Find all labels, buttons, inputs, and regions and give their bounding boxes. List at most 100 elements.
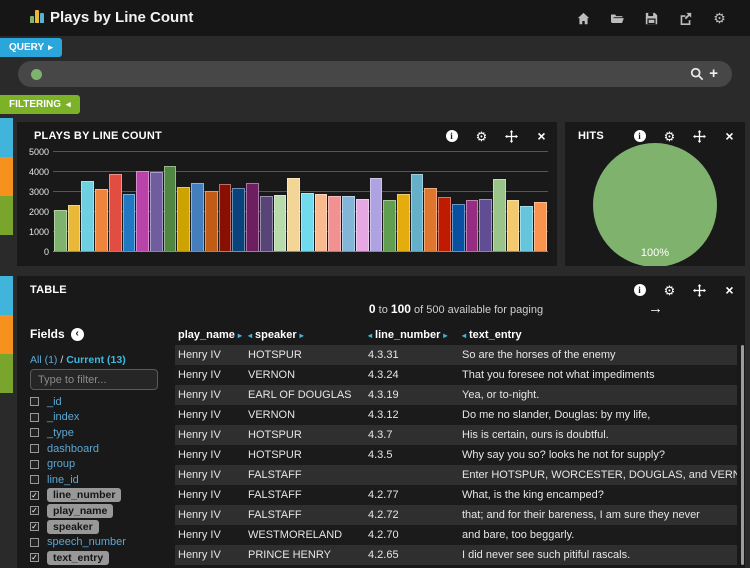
bar-play-14[interactable] [232,187,246,251]
field-label-text_entry[interactable]: text_entry [47,550,110,565]
bar-play-28[interactable] [424,187,438,251]
field-label-speech_number[interactable]: speech_number [47,536,126,548]
query-tab[interactable]: QUERY ▸ [0,38,62,57]
close-icon[interactable]: × [723,129,736,143]
filtering-tab[interactable]: FILTERING ◂ [0,95,80,114]
column-label-text_entry[interactable]: text_entry [469,329,522,341]
bar-play-25[interactable] [383,200,396,251]
bar-play-9[interactable] [163,165,177,251]
move-icon[interactable] [505,129,518,143]
table-row[interactable]: Henry IV VERNON 4.3.12 Do me no slander, Do… [175,405,737,425]
bar-play-30[interactable] [451,204,465,251]
field-checkbox-_type[interactable] [30,428,39,438]
close-icon[interactable]: × [535,129,548,143]
field-label-speaker[interactable]: speaker [47,519,99,534]
field-checkbox-speaker[interactable]: ✓ [30,522,39,532]
fields-filter-input[interactable] [30,369,158,390]
field-checkbox-speech_number[interactable] [30,537,39,547]
info-icon[interactable]: i [633,130,646,142]
field-checkbox-dashboard[interactable] [30,444,39,454]
row1-add-panel-tab[interactable] [0,196,13,235]
bar-play-35[interactable] [520,206,534,251]
open-folder-icon[interactable] [611,12,624,25]
table-row[interactable]: Henry IV VERNON 4.3.24 That you foresee not… [175,365,737,385]
query-input[interactable] [42,67,691,81]
field-checkbox-text_entry[interactable]: ✓ [30,553,39,563]
field-label-dashboard[interactable]: dashboard [47,443,99,455]
field-checkbox-_id[interactable] [30,397,39,407]
bar-play-12[interactable] [204,190,218,251]
bar-play-19[interactable] [300,193,314,251]
gear-icon[interactable]: ⚙ [663,130,676,143]
bar-play-24[interactable] [369,177,383,251]
bar-play-5[interactable] [108,173,122,251]
table-row[interactable]: Henry IV HOTSPUR 4.3.7 His is certain, ours… [175,425,737,445]
gear-icon[interactable]: ⚙ [475,130,488,143]
table-row[interactable]: Henry IV FALSTAFF Enter HOTSPUR, WORCESTER… [175,465,737,485]
bar-play-2[interactable] [67,205,81,251]
bar-play-18[interactable] [287,177,300,251]
move-column-left-icon-text_entry[interactable]: ◂ [462,331,466,340]
fields-collapse-icon[interactable]: ‹ [70,327,84,341]
row2-add-panel-tab[interactable] [0,354,13,393]
bar-play-21[interactable] [328,195,342,251]
table-row[interactable]: Henry IV PRINCE HENRY 4.2.65 I did never se… [175,545,737,565]
field-label-line_number[interactable]: line_number [47,488,122,503]
field-label-group[interactable]: group [47,458,75,470]
query-pin-dot-icon[interactable] [31,68,42,80]
field-checkbox-play_name[interactable]: ✓ [30,506,39,516]
bar-play-10[interactable] [177,186,191,251]
bar-play-32[interactable] [479,198,492,251]
gear-icon[interactable]: ⚙ [663,284,676,297]
move-icon[interactable] [693,129,706,143]
info-icon[interactable]: i [445,130,458,142]
move-column-right-icon-speaker[interactable]: ▸ [300,331,304,340]
bar-play-3[interactable] [81,180,95,251]
move-column-left-icon-speaker[interactable]: ◂ [248,331,252,340]
bar-play-1[interactable] [54,210,67,251]
fields-current-link[interactable]: Current (13) [66,354,126,366]
row1-collapse-tab[interactable] [0,118,13,157]
bar-play-33[interactable] [493,178,506,251]
save-icon[interactable] [645,12,658,25]
field-label-_index[interactable]: _index [47,411,79,423]
move-column-left-icon-line_number[interactable]: ◂ [368,331,372,340]
field-label-_type[interactable]: _type [47,427,74,439]
field-label-line_id[interactable]: line_id [47,474,79,486]
bar-play-13[interactable] [218,183,232,251]
bar-play-31[interactable] [465,200,479,251]
bar-play-36[interactable] [534,202,547,251]
table-row[interactable]: Henry IV HOTSPUR 4.3.31 So are the horses o… [175,345,737,365]
field-checkbox-group[interactable] [30,459,39,469]
home-icon[interactable] [577,12,590,25]
hits-pie-chart[interactable]: 100% [593,143,717,266]
field-checkbox-_index[interactable] [30,412,39,422]
column-label-play_name[interactable]: play_name [178,329,235,341]
bar-play-23[interactable] [355,198,369,251]
move-column-right-icon-play_name[interactable]: ▸ [238,331,242,340]
field-label-play_name[interactable]: play_name [47,503,114,518]
close-icon[interactable]: × [723,283,736,297]
settings-gear-icon[interactable]: ⚙ [713,11,726,25]
bar-play-15[interactable] [246,182,259,251]
bar-play-20[interactable] [314,193,328,251]
field-label-_id[interactable]: _id [47,396,62,408]
bar-play-6[interactable] [122,193,136,251]
bar-play-22[interactable] [342,195,355,251]
bar-play-17[interactable] [273,195,287,251]
table-scrollbar[interactable] [741,345,744,565]
field-checkbox-line_number[interactable]: ✓ [30,490,39,500]
bar-play-16[interactable] [259,195,273,251]
table-row[interactable]: Henry IV HOTSPUR 4.3.5 Why say you so? look… [175,445,737,465]
share-icon[interactable] [679,12,692,25]
column-label-line_number[interactable]: line_number [375,329,440,341]
bar-play-8[interactable] [150,171,163,251]
next-page-arrow-icon[interactable]: → [648,300,663,317]
row1-configure-tab[interactable] [0,157,13,196]
table-row[interactable]: Henry IV EARL OF DOUGLAS 4.3.19 Yea, or to-… [175,385,737,405]
move-column-right-icon-line_number[interactable]: ▸ [443,331,447,340]
table-row[interactable]: Henry IV WESTMORELAND 4.2.70 and bare, too … [175,525,737,545]
bar-play-4[interactable] [95,189,108,251]
field-checkbox-line_id[interactable] [30,475,39,485]
table-row[interactable]: Henry IV FALSTAFF 4.2.72 that; and for thei… [175,505,737,525]
